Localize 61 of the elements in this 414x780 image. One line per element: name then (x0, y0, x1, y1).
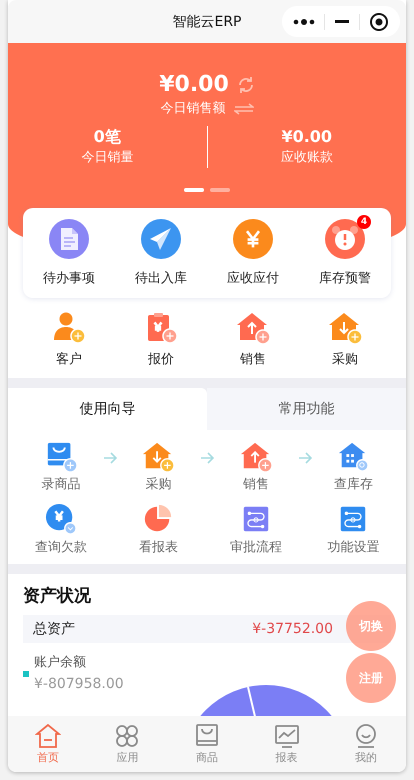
window-title: 智能云ERP (172, 12, 242, 30)
tab[interactable]: 使用向导 (8, 388, 207, 430)
stat-label: 今日销量 (81, 149, 134, 167)
house-download-icon (328, 310, 362, 344)
paper-plane-icon (141, 219, 181, 259)
refresh-icon[interactable] (236, 76, 255, 94)
shortcut-label[interactable]: 待办事项 (43, 269, 95, 287)
shortcut-label[interactable]: 报价 (148, 350, 174, 368)
shortcut-label[interactable]: 销售 (240, 350, 266, 368)
arrow-icon (298, 452, 312, 464)
sales-label: 今日销售额 (160, 100, 226, 118)
guide-label[interactable]: 审批流程 (230, 538, 282, 556)
nav-tab[interactable]: 商品 (167, 716, 247, 772)
section-title: 资产状况 (23, 585, 92, 607)
guide-label[interactable]: 功能设置 (327, 538, 380, 556)
house-upload-icon (236, 310, 270, 344)
shortcut-label[interactable]: 应收应付 (227, 269, 279, 287)
page-indicator[interactable] (210, 188, 230, 192)
stat-value: ¥0.00 (281, 126, 332, 148)
arrow-icon (200, 452, 214, 464)
count-badge: 4 (357, 215, 371, 229)
shortcut-label[interactable]: 采购 (332, 350, 358, 368)
arrow-icon (102, 452, 116, 464)
yen-coin-icon (233, 219, 273, 259)
tray-icon (194, 723, 220, 749)
shortcut-label[interactable]: 库存预警 (319, 269, 371, 287)
monitor-chart-icon (274, 723, 300, 749)
stat-label: 应收账款 (280, 149, 333, 167)
guide-label[interactable]: 销售 (242, 475, 269, 493)
total-value: ¥-37752.00 (252, 621, 333, 637)
person-add-icon (52, 310, 86, 344)
legend-label: 账户余额 (34, 654, 87, 672)
stat-value: 0笔 (94, 126, 121, 148)
home-icon (34, 723, 61, 749)
alarm-clock-icon (325, 219, 365, 259)
guide-label[interactable]: 采购 (145, 475, 172, 493)
sales-amount: ¥0.00 (159, 71, 229, 99)
target-icon[interactable] (369, 12, 390, 32)
yen-coin-icon (44, 503, 77, 535)
nav-tab[interactable]: 我的 (326, 716, 406, 772)
guide-label[interactable]: 查询欠款 (34, 538, 87, 556)
guide-label[interactable]: 录商品 (41, 475, 80, 493)
total-label: 总资产 (33, 620, 75, 638)
nav-tab[interactable]: 报表 (246, 716, 326, 772)
swap-icon[interactable] (234, 103, 254, 115)
page-indicator[interactable] (184, 188, 204, 192)
shortcut-label[interactable]: 待出入库 (135, 269, 187, 287)
minimize-icon[interactable] (334, 20, 349, 24)
house-download-icon (142, 440, 174, 472)
house-upload-icon (240, 440, 272, 472)
guide-label[interactable]: 查库存 (334, 475, 373, 493)
apps-icon (114, 723, 140, 749)
shortcut-label[interactable]: 客户 (56, 350, 82, 368)
building-icon (337, 440, 370, 472)
tab[interactable]: 常用功能 (207, 388, 406, 430)
legend-value: ¥-807958.00 (34, 675, 124, 694)
nav-tab[interactable]: 首页 (8, 716, 88, 772)
more-icon[interactable] (292, 18, 315, 26)
nav-tab[interactable]: 应用 (88, 716, 168, 772)
document-icon (49, 219, 89, 259)
guide-label[interactable]: 看报表 (138, 538, 178, 556)
